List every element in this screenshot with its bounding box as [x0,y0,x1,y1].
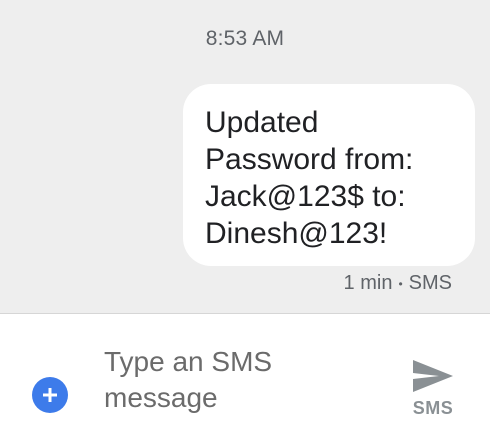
message-text: Updated Password from: Jack@123$ to: Din… [205,106,414,250]
message-bubble[interactable]: Updated Password from: Jack@123$ to: Din… [183,84,475,266]
message-input[interactable]: Type an SMS message [104,344,364,418]
message-list[interactable]: 8:53 AM Updated Password from: Jack@123$… [0,0,490,313]
status-separator: • [398,276,403,291]
send-button[interactable]: SMS [398,358,468,430]
message-timestamp: 8:53 AM [205,27,285,50]
message-status: 1 min • SMS [344,272,452,295]
send-button-label: SMS [412,398,454,418]
send-arrow-icon [413,360,453,392]
message-channel: SMS [408,272,452,294]
sms-conversation-screen: 8:53 AM Updated Password from: Jack@123$… [0,0,490,440]
message-composer: Type an SMS message SMS [0,314,490,440]
plus-icon [43,388,57,402]
message-age: 1 min [343,272,393,294]
add-attachment-button[interactable] [32,377,68,413]
